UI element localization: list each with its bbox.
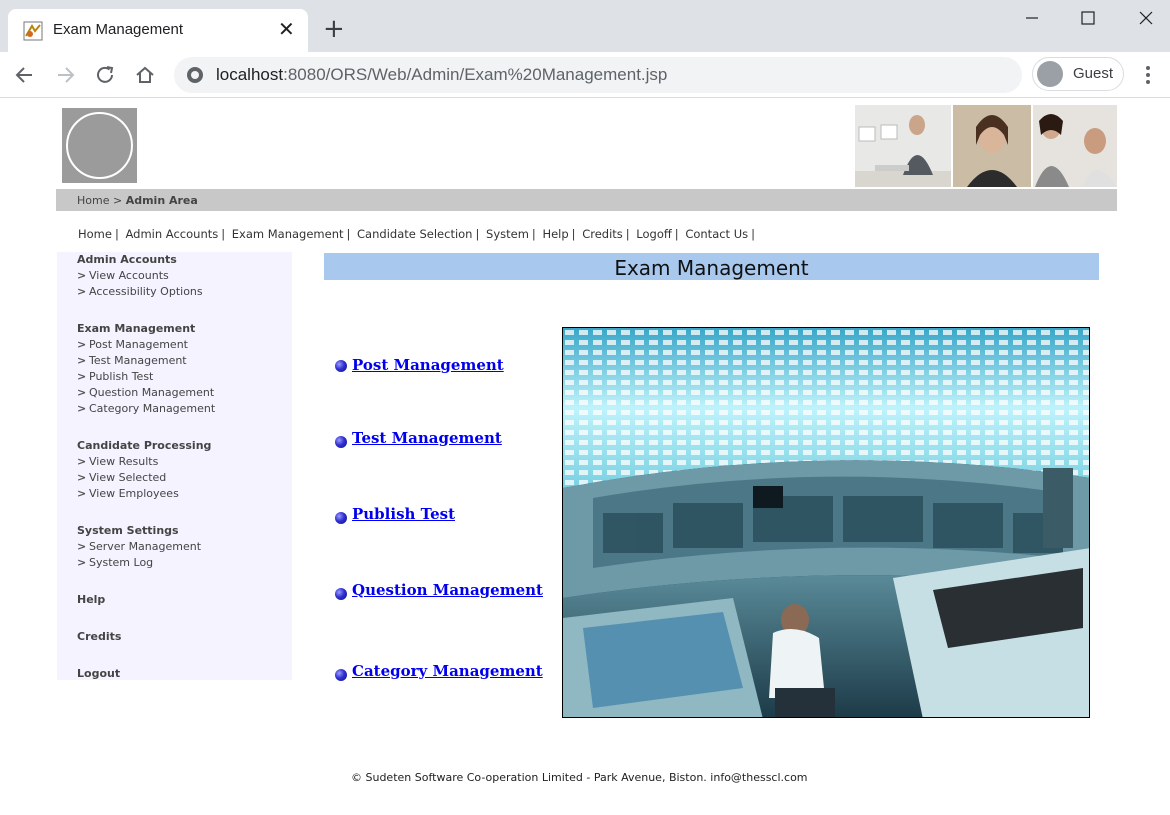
sidebar-item-view-results[interactable]: > View Results	[77, 455, 158, 468]
new-tab-icon[interactable]: +	[323, 16, 345, 42]
breadcrumb-text: Home > Admin Area	[77, 194, 198, 207]
chevron-right-icon: >	[77, 354, 87, 367]
back-icon[interactable]	[14, 64, 36, 86]
sidebar-logout[interactable]: Logout	[77, 667, 120, 680]
sidebar-item-post-management[interactable]: > Post Management	[77, 338, 188, 351]
header-banner-image	[855, 105, 1117, 187]
sidebar-heading-system-settings[interactable]: System Settings	[77, 524, 179, 537]
sidebar-item-category-management[interactable]: > Category Management	[77, 402, 215, 415]
bullet-icon	[335, 588, 347, 600]
menu-kebab-icon[interactable]	[1138, 64, 1158, 86]
chevron-right-icon: >	[77, 487, 87, 500]
close-window-icon[interactable]	[1136, 8, 1156, 28]
avatar-icon	[1037, 61, 1063, 87]
topnav-credits[interactable]: Credits	[582, 227, 623, 241]
footer-text: © Sudeten Software Co-operation Limited …	[351, 771, 808, 784]
link-test-management[interactable]: Test Management	[352, 429, 502, 447]
sidebar-heading-admin-accounts[interactable]: Admin Accounts	[77, 253, 177, 266]
sidebar-credits[interactable]: Credits	[77, 630, 121, 643]
logo-ring	[66, 112, 133, 179]
minimize-icon[interactable]	[1022, 8, 1042, 28]
site-info-icon[interactable]	[186, 66, 204, 84]
page-title: Exam Management	[614, 256, 809, 280]
top-navigation: Home | Admin Accounts | Exam Management | C…	[78, 227, 756, 241]
home-icon[interactable]	[134, 64, 156, 86]
chevron-right-icon: >	[77, 402, 87, 415]
breadcrumb-current: Admin Area	[125, 194, 198, 207]
topnav-system[interactable]: System	[486, 227, 529, 241]
chevron-right-icon: >	[77, 338, 87, 351]
sidebar-item-view-accounts[interactable]: > View Accounts	[77, 269, 169, 282]
bullet-icon	[335, 512, 347, 524]
bullet-icon	[335, 669, 347, 681]
sidebar-item-server-management[interactable]: > Server Management	[77, 540, 201, 553]
link-category-management[interactable]: Category Management	[352, 662, 543, 680]
topnav-candidate-selection[interactable]: Candidate Selection	[357, 227, 472, 241]
site-logo	[62, 108, 137, 183]
close-tab-icon[interactable]: ✕	[278, 19, 295, 39]
sidebar-item-question-management[interactable]: > Question Management	[77, 386, 214, 399]
link-question-management[interactable]: Question Management	[352, 581, 543, 599]
browser-toolbar: localhost:8080/ORS/Web/Admin/Exam%20Mana…	[0, 52, 1170, 98]
chevron-right-icon: >	[77, 540, 87, 553]
topnav-logoff[interactable]: Logoff	[636, 227, 672, 241]
sidebar-help[interactable]: Help	[77, 593, 105, 606]
profile-button[interactable]: Guest	[1032, 57, 1124, 91]
topnav-contact-us[interactable]: Contact Us	[685, 227, 748, 241]
chevron-right-icon: >	[77, 471, 87, 484]
sidebar-heading-exam-management[interactable]: Exam Management	[77, 322, 195, 335]
link-post-management[interactable]: Post Management	[352, 356, 504, 374]
page-title-bar: Exam Management	[324, 253, 1099, 280]
chevron-right-icon: >	[77, 455, 87, 468]
sidebar: Admin Accounts > View Accounts > Accessibi…	[57, 252, 292, 680]
sidebar-item-test-management[interactable]: > Test Management	[77, 354, 187, 367]
topnav-exam-management[interactable]: Exam Management	[232, 227, 344, 241]
chevron-right-icon: >	[77, 285, 87, 298]
control-room-photo	[562, 327, 1090, 718]
sidebar-item-view-employees[interactable]: > View Employees	[77, 487, 179, 500]
topnav-help[interactable]: Help	[542, 227, 568, 241]
chevron-right-icon: >	[77, 556, 87, 569]
link-publish-test[interactable]: Publish Test	[352, 505, 455, 523]
url-path: :8080/ORS/Web/Admin/Exam%20Management.js…	[283, 65, 668, 84]
chevron-right-icon: >	[77, 370, 87, 383]
tab-title: Exam Management	[53, 21, 184, 38]
chevron-right-icon: >	[77, 269, 87, 282]
address-bar[interactable]: localhost:8080/ORS/Web/Admin/Exam%20Mana…	[174, 57, 1022, 93]
browser-tab[interactable]: Exam Management ✕	[8, 9, 308, 52]
sidebar-item-system-log[interactable]: > System Log	[77, 556, 153, 569]
maximize-icon[interactable]	[1078, 8, 1098, 28]
breadcrumb-home[interactable]: Home >	[77, 194, 122, 207]
url-host: localhost	[216, 65, 284, 84]
favicon-icon	[23, 21, 43, 41]
bullet-icon	[335, 436, 347, 448]
sidebar-item-publish-test[interactable]: > Publish Test	[77, 370, 153, 383]
profile-label: Guest	[1073, 65, 1114, 82]
sidebar-item-view-selected[interactable]: > View Selected	[77, 471, 166, 484]
url-text: localhost:8080/ORS/Web/Admin/Exam%20Mana…	[216, 65, 667, 85]
control-room-illustration	[563, 328, 1089, 717]
topnav-admin-accounts[interactable]: Admin Accounts	[126, 227, 219, 241]
chevron-right-icon: >	[77, 386, 87, 399]
reload-icon[interactable]	[94, 64, 116, 86]
breadcrumb: Home > Admin Area	[56, 189, 1117, 211]
sidebar-heading-candidate-processing[interactable]: Candidate Processing	[77, 439, 211, 452]
bullet-icon	[335, 360, 347, 372]
topnav-home[interactable]: Home	[78, 227, 112, 241]
browser-tabstrip: Exam Management ✕ +	[0, 0, 1170, 52]
sidebar-item-accessibility-options[interactable]: > Accessibility Options	[77, 285, 203, 298]
forward-icon[interactable]	[54, 64, 76, 86]
